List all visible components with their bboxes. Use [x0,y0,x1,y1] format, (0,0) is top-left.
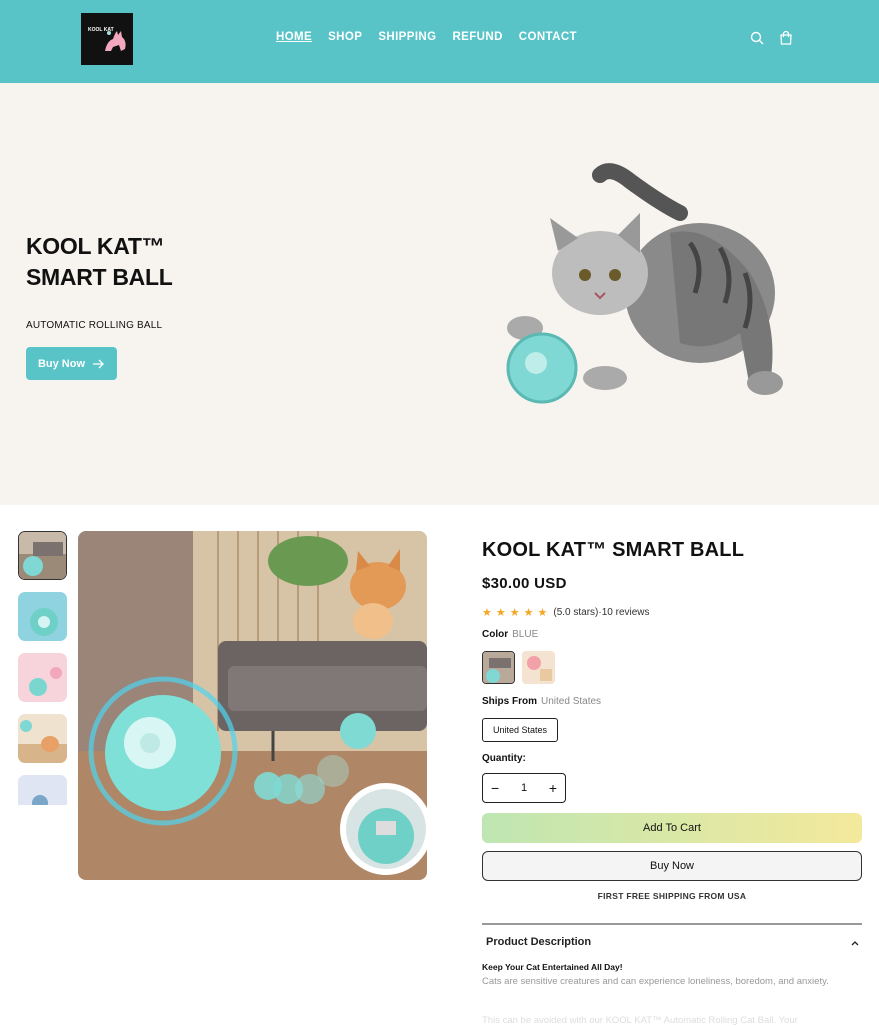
product-price: $30.00 USD [482,575,567,592]
rating-row[interactable]: ★ ★ ★ ★ ★ (5.0 stars)·10 reviews [482,606,650,619]
nav-contact[interactable]: CONTACT [519,31,577,43]
chevron-up-icon[interactable] [850,938,860,948]
cat-logo-icon [105,31,126,51]
color-label-text: Color [482,629,509,640]
hero-buy-now-button[interactable]: Buy Now [26,347,117,380]
quantity-stepper: − 1 + [482,773,566,803]
product-main-image[interactable] [78,531,427,880]
nav-home[interactable]: HOME [276,31,312,43]
quantity-value[interactable]: 1 [521,782,527,794]
hero-subtitle: AUTOMATIC ROLLING BALL [26,320,163,331]
product-title: KOOL KAT™ SMART BALL [482,539,745,561]
ships-from-label-text: Ships From [482,696,538,707]
thumbnail-image [19,532,66,579]
hero-title: KOOL KAT™ SMART BALL [26,233,173,290]
color-swatch-pink[interactable] [522,651,555,684]
color-swatch-blue[interactable] [482,651,515,684]
ships-from-label: Ships From United States [482,696,601,707]
rating-text: (5.0 stars)·10 reviews [553,607,650,618]
product-thumbnail-4[interactable] [18,714,67,763]
site-header: KOOL KAT HOME SHOP SHIPPING REFUND CONTA… [0,0,879,83]
cart-icon[interactable] [778,30,794,46]
free-shipping-note: FIRST FREE SHIPPING FROM USA [597,891,747,901]
thumbnail-image [18,714,67,763]
description-text-faded: This can be avoided with our KOOL KAT™ A… [482,1015,798,1026]
color-label: Color BLUE [482,629,538,640]
buy-now-button[interactable]: Buy Now [482,851,862,881]
swatch-image [483,652,514,683]
product-description-toggle[interactable]: Product Description [486,936,591,948]
divider [482,923,862,925]
thumbnail-image [18,653,67,702]
quantity-decrease-button[interactable]: − [491,780,499,796]
nav-refund[interactable]: REFUND [452,31,502,43]
ships-from-value: United States [541,696,602,707]
add-to-cart-button[interactable]: Add To Cart [482,813,862,843]
quantity-label: Quantity: [482,753,526,764]
star-icon: ★ [495,607,506,619]
swatch-image [522,651,555,684]
star-icon: ★ [523,607,534,619]
hero-buy-now-label: Buy Now [37,357,86,370]
product-thumbnail-3[interactable] [18,653,67,702]
description-text: Cats are sensitive creatures and can exp… [482,976,829,987]
product-photo [78,531,427,880]
quantity-increase-button[interactable]: + [549,780,557,796]
ships-from-option-us[interactable]: United States [482,718,558,742]
nav-shipping[interactable]: SHIPPING [378,31,436,43]
description-heading: Keep Your Cat Entertained All Day! [482,962,623,972]
nav-shop[interactable]: SHOP [328,31,362,43]
hero-banner: KOOL KAT™ SMART BALL AUTOMATIC ROLLING B… [0,83,879,505]
arrow-right-icon [93,359,104,368]
star-icon: ★ [509,607,520,619]
color-value: BLUE [512,629,539,640]
main-nav: HOME SHOP SHIPPING REFUND CONTACT [276,31,577,43]
thumbnail-image [18,775,67,805]
search-icon[interactable] [749,30,765,46]
product-thumbnail-1[interactable] [18,531,67,580]
star-icon: ★ [537,607,548,619]
thumbnail-image [18,592,67,641]
hero-kitten-image [506,163,783,404]
product-thumbnail-5[interactable] [18,775,67,805]
logo[interactable]: KOOL KAT [81,13,133,65]
product-thumbnail-2[interactable] [18,592,67,641]
star-icon: ★ [482,607,492,619]
